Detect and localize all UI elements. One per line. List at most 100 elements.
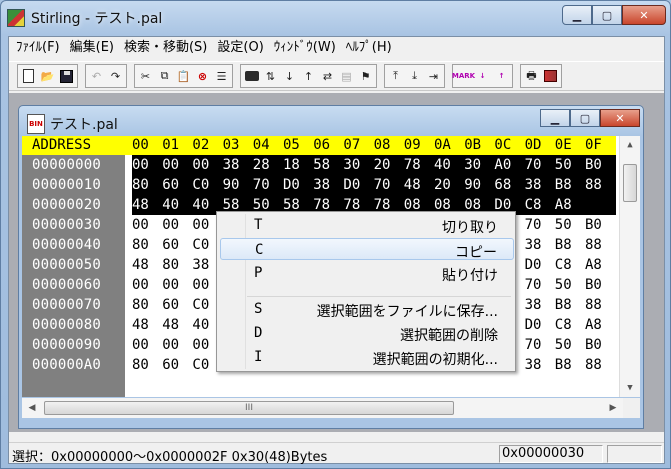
hex-byte[interactable]: 38: [525, 297, 542, 313]
hex-byte[interactable]: 00: [132, 157, 149, 173]
menu-file[interactable]: ﾌｧｲﾙ(F): [11, 38, 65, 58]
move-down-icon[interactable]: ⤓: [405, 66, 424, 87]
hex-byte[interactable]: B0: [585, 217, 602, 233]
move-top-icon[interactable]: ⤒: [386, 66, 405, 87]
hex-byte[interactable]: 78: [404, 157, 421, 173]
hex-byte[interactable]: 68: [494, 177, 511, 193]
scroll-right-icon[interactable]: ▶: [603, 399, 623, 417]
hex-byte[interactable]: B0: [585, 157, 602, 173]
hex-byte[interactable]: C0: [192, 357, 209, 373]
vertical-scroll-thumb[interactable]: [623, 164, 637, 202]
hex-byte[interactable]: A0: [494, 157, 511, 173]
menu-help[interactable]: ﾍﾙﾌﾟ(H): [341, 38, 397, 58]
document-title-bar[interactable]: BIN テスト.pal: [27, 114, 118, 134]
print-icon[interactable]: 🖶: [522, 66, 541, 87]
menu-search[interactable]: 検索・移動(S): [119, 38, 212, 58]
close-button[interactable]: ✕: [622, 5, 666, 25]
hex-byte[interactable]: A8: [585, 257, 602, 273]
hex-byte[interactable]: 00: [162, 217, 179, 233]
help-book-icon[interactable]: [541, 66, 560, 87]
scroll-down-icon[interactable]: ▼: [620, 379, 640, 397]
find-icon[interactable]: [242, 66, 261, 87]
hex-byte[interactable]: 48: [132, 257, 149, 273]
hex-byte[interactable]: 38: [525, 357, 542, 373]
hex-byte[interactable]: 00: [192, 337, 209, 353]
hex-row[interactable]: 00000000 00 00 00 38 28 18 58 30 20 78 40 30 A0 70 50 B0: [22, 155, 616, 175]
context-menu-item[interactable]: S 選択範囲をファイルに保存...: [220, 298, 514, 320]
hex-byte[interactable]: 50: [555, 277, 572, 293]
minimize-button[interactable]: ▁: [562, 5, 592, 25]
hex-byte[interactable]: 00: [192, 217, 209, 233]
hex-byte[interactable]: 90: [464, 177, 481, 193]
context-menu-item[interactable]: D 選択範囲の削除: [220, 322, 514, 344]
mark-icon[interactable]: MARK: [452, 66, 475, 87]
hex-byte[interactable]: 00: [132, 337, 149, 353]
hex-byte[interactable]: D0: [283, 177, 300, 193]
hex-byte[interactable]: 30: [464, 157, 481, 173]
hex-byte[interactable]: 70: [525, 157, 542, 173]
cut-icon[interactable]: ✂: [136, 66, 155, 87]
scroll-left-icon[interactable]: ◀: [22, 399, 42, 417]
doc-maximize-button[interactable]: ▢: [570, 109, 600, 127]
hex-byte[interactable]: C8: [555, 317, 572, 333]
hex-byte[interactable]: 38: [525, 237, 542, 253]
hex-byte[interactable]: 80: [132, 177, 149, 193]
hex-byte[interactable]: 70: [253, 177, 270, 193]
hex-byte[interactable]: 20: [434, 177, 451, 193]
undo-icon[interactable]: ↶: [87, 66, 106, 87]
hex-byte[interactable]: 48: [404, 177, 421, 193]
paste-icon[interactable]: 📋: [174, 66, 193, 87]
hex-byte[interactable]: 60: [162, 297, 179, 313]
bookmark-icon[interactable]: ▤: [337, 66, 356, 87]
hex-byte[interactable]: C8: [555, 257, 572, 273]
hex-byte[interactable]: 00: [192, 277, 209, 293]
hex-byte[interactable]: B0: [585, 337, 602, 353]
maximize-button[interactable]: ▢: [592, 5, 622, 25]
find-next-icon[interactable]: ↓: [280, 66, 299, 87]
menu-window[interactable]: ｳｨﾝﾄﾞｳ(W): [269, 38, 341, 58]
context-menu-item[interactable]: C コピー: [220, 238, 514, 261]
horizontal-scrollbar[interactable]: ◀ III ▶: [22, 398, 623, 418]
hex-byte[interactable]: 70: [525, 337, 542, 353]
hex-byte[interactable]: B8: [555, 297, 572, 313]
hex-byte[interactable]: 00: [162, 337, 179, 353]
hex-byte[interactable]: 50: [555, 157, 572, 173]
hex-byte[interactable]: 38: [313, 177, 330, 193]
vertical-scrollbar[interactable]: ▲ ▼: [619, 136, 640, 397]
hex-byte[interactable]: 00: [162, 157, 179, 173]
hex-byte[interactable]: 38: [525, 177, 542, 193]
doc-close-button[interactable]: ✕: [600, 109, 640, 127]
context-menu-item[interactable]: P 貼り付け: [220, 262, 514, 284]
menu-edit[interactable]: 編集(E): [65, 38, 119, 58]
hex-byte[interactable]: C0: [192, 177, 209, 193]
context-menu-item[interactable]: I 選択範囲の初期化...: [220, 346, 514, 368]
hex-byte[interactable]: 40: [162, 197, 179, 213]
hex-byte[interactable]: 40: [192, 197, 209, 213]
hex-byte[interactable]: 80: [132, 357, 149, 373]
hex-byte[interactable]: 60: [162, 177, 179, 193]
hex-byte[interactable]: 90: [223, 177, 240, 193]
hex-byte[interactable]: 00: [132, 277, 149, 293]
jump-icon[interactable]: ⚑: [356, 66, 375, 87]
hex-byte[interactable]: 88: [585, 237, 602, 253]
hex-byte[interactable]: 88: [585, 297, 602, 313]
horizontal-scroll-thumb[interactable]: III: [44, 401, 454, 415]
hex-byte[interactable]: A8: [555, 197, 572, 213]
find-prev-icon[interactable]: ↑: [299, 66, 318, 87]
hex-byte[interactable]: 60: [162, 357, 179, 373]
hex-byte[interactable]: 70: [525, 217, 542, 233]
doc-minimize-button[interactable]: ▁: [540, 109, 570, 127]
hex-byte[interactable]: 88: [585, 177, 602, 193]
hex-byte[interactable]: 30: [343, 157, 360, 173]
redo-icon[interactable]: ↷: [106, 66, 125, 87]
move-right-icon[interactable]: ⇥: [424, 66, 443, 87]
hex-byte[interactable]: 80: [132, 237, 149, 253]
context-menu-item[interactable]: T 切り取り: [220, 214, 514, 236]
hex-byte[interactable]: 60: [162, 237, 179, 253]
hex-byte[interactable]: 88: [585, 357, 602, 373]
mark-next-icon[interactable]: ↓: [473, 66, 492, 87]
scroll-up-icon[interactable]: ▲: [620, 136, 640, 154]
hex-byte[interactable]: 70: [525, 277, 542, 293]
hex-byte[interactable]: 48: [132, 197, 149, 213]
hex-byte[interactable]: 38: [192, 257, 209, 273]
